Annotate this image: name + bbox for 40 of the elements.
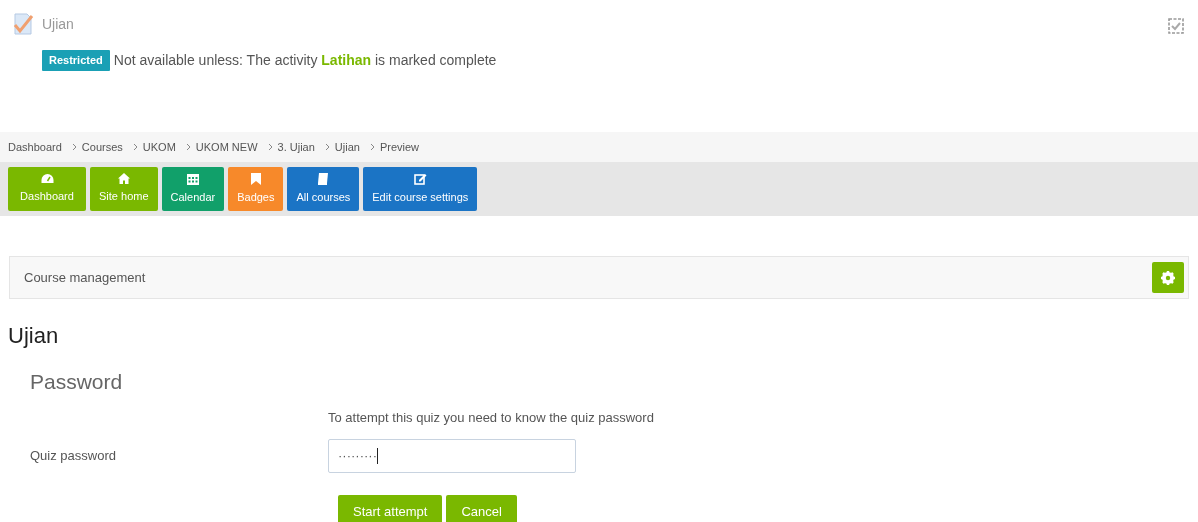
start-attempt-button[interactable]: Start attempt bbox=[338, 495, 443, 522]
password-intro: To attempt this quiz you need to know the quiz password bbox=[328, 408, 655, 427]
nav-icon bbox=[117, 173, 130, 185]
restricted-badge: Restricted bbox=[42, 50, 110, 71]
chevron-icon bbox=[369, 143, 376, 151]
nav-button[interactable]: Site home bbox=[90, 167, 158, 211]
nav-button[interactable]: Edit course settings bbox=[363, 167, 478, 211]
nav-button[interactable]: All courses bbox=[287, 167, 360, 211]
breadcrumb-link[interactable]: UKOM bbox=[142, 138, 176, 156]
breadcrumb-link[interactable]: Dashboard bbox=[8, 138, 62, 156]
settings-button[interactable] bbox=[1152, 262, 1184, 293]
password-field[interactable]: ········· bbox=[328, 439, 576, 473]
chevron-icon bbox=[267, 143, 274, 151]
activity-title[interactable]: Ujian bbox=[42, 13, 74, 35]
cancel-button[interactable]: Cancel bbox=[446, 495, 517, 522]
nav-icon bbox=[250, 172, 261, 185]
nav-button[interactable]: Badges bbox=[228, 167, 284, 211]
nav-icon bbox=[186, 172, 199, 185]
nav-button[interactable]: Calendar bbox=[161, 167, 225, 211]
chevron-icon bbox=[185, 143, 192, 151]
quiz-icon bbox=[12, 12, 36, 36]
breadcrumb-link[interactable]: Ujian bbox=[334, 138, 360, 156]
nav-icon bbox=[317, 172, 330, 185]
nav-icon bbox=[40, 173, 54, 185]
chevron-icon bbox=[132, 143, 139, 151]
restriction-text: Not available unless: The activity Latihan is marked complete bbox=[113, 51, 497, 70]
chevron-icon bbox=[71, 143, 78, 151]
legend: Password bbox=[30, 366, 1198, 398]
gear-icon bbox=[1161, 270, 1175, 285]
breadcrumb-link[interactable]: UKOM NEW bbox=[195, 138, 258, 156]
breadcrumb-link[interactable]: Courses bbox=[81, 138, 123, 156]
field-label: Quiz password bbox=[30, 447, 117, 466]
nav-icon bbox=[413, 172, 427, 185]
completion-checkbox-icon[interactable] bbox=[1168, 18, 1184, 34]
breadcrumb-link[interactable]: 3. Ujian bbox=[277, 138, 315, 156]
breadcrumb-link[interactable]: Preview bbox=[379, 138, 420, 156]
page-heading: Ujian bbox=[8, 322, 60, 350]
nav-button[interactable]: Dashboard bbox=[8, 167, 86, 211]
chevron-icon bbox=[324, 143, 331, 151]
course-management-label: Course management bbox=[24, 268, 146, 287]
